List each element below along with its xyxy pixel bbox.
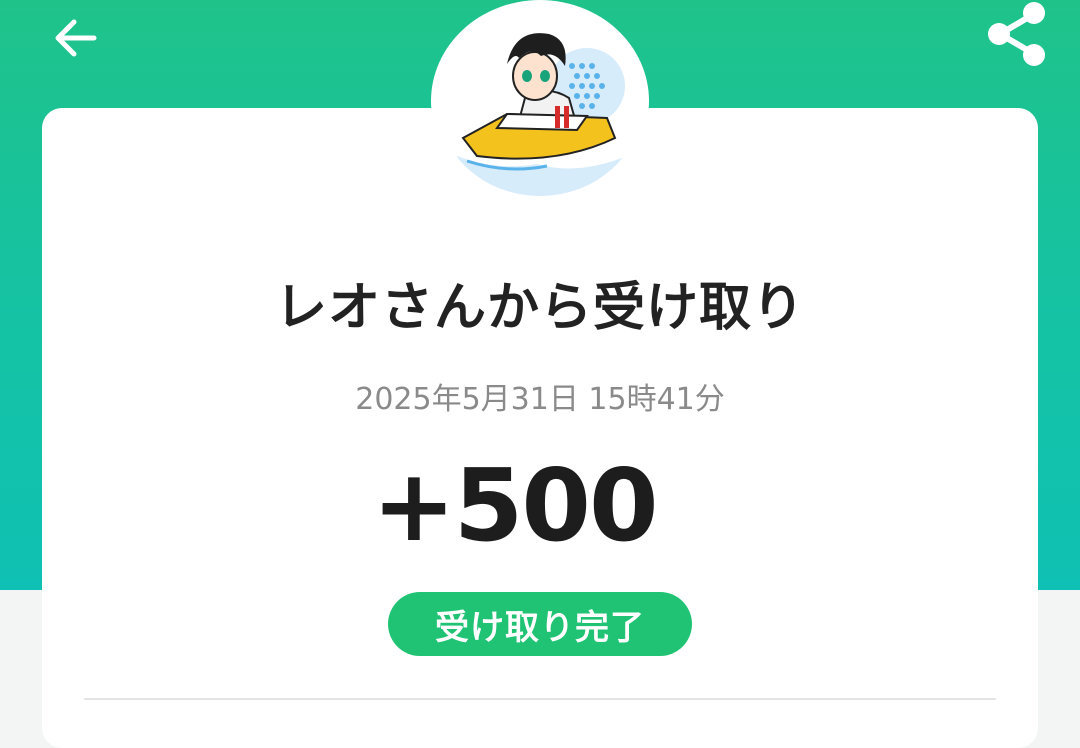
page-title: レオさんから受け取り [274, 278, 805, 338]
back-button[interactable] [40, 10, 110, 70]
status-badge: 受け取り完了 [388, 592, 692, 656]
share-button[interactable] [976, 0, 1058, 72]
arrow-left-icon [52, 18, 98, 62]
divider [84, 698, 996, 700]
avatar [437, 6, 643, 196]
transaction-amount: +500 [372, 447, 659, 564]
transaction-datetime: 2025年5月31日 15時41分 [355, 382, 725, 417]
user-avatar-boat-icon [450, 11, 630, 196]
share-icon [982, 0, 1052, 72]
